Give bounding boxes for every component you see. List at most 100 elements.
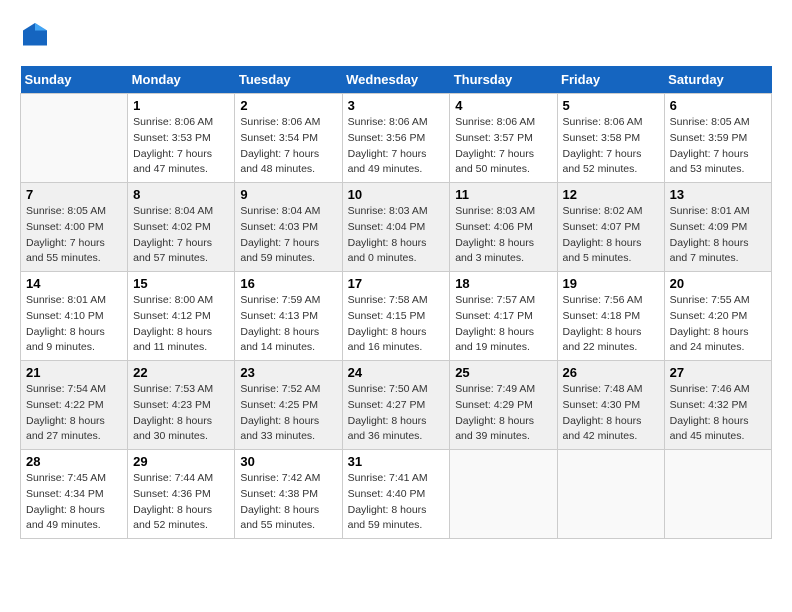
- calendar-day-cell: 18 Sunrise: 7:57 AM Sunset: 4:17 PM Dayl…: [450, 272, 557, 361]
- sunrise-text: Sunrise: 7:48 AM: [563, 383, 643, 395]
- sunset-text: Sunset: 4:15 PM: [348, 310, 426, 322]
- day-info: Sunrise: 8:04 AM Sunset: 4:03 PM Dayligh…: [240, 204, 336, 267]
- day-info: Sunrise: 7:46 AM Sunset: 4:32 PM Dayligh…: [670, 382, 766, 445]
- day-number: 25: [455, 365, 551, 380]
- logo: [20, 20, 54, 50]
- sunset-text: Sunset: 4:34 PM: [26, 488, 104, 500]
- daylight-text: Daylight: 8 hours and 16 minutes.: [348, 326, 427, 354]
- day-info: Sunrise: 8:06 AM Sunset: 3:54 PM Dayligh…: [240, 115, 336, 178]
- calendar-day-header: Saturday: [664, 66, 771, 94]
- sunrise-text: Sunrise: 8:06 AM: [133, 116, 213, 128]
- calendar-day-cell: 6 Sunrise: 8:05 AM Sunset: 3:59 PM Dayli…: [664, 94, 771, 183]
- day-info: Sunrise: 7:55 AM Sunset: 4:20 PM Dayligh…: [670, 293, 766, 356]
- calendar-day-cell: 14 Sunrise: 8:01 AM Sunset: 4:10 PM Dayl…: [21, 272, 128, 361]
- daylight-text: Daylight: 8 hours and 59 minutes.: [348, 504, 427, 532]
- sunrise-text: Sunrise: 7:45 AM: [26, 472, 106, 484]
- daylight-text: Daylight: 8 hours and 42 minutes.: [563, 415, 642, 443]
- daylight-text: Daylight: 7 hours and 48 minutes.: [240, 148, 319, 176]
- sunset-text: Sunset: 4:13 PM: [240, 310, 318, 322]
- sunrise-text: Sunrise: 7:58 AM: [348, 294, 428, 306]
- sunrise-text: Sunrise: 8:05 AM: [670, 116, 750, 128]
- day-info: Sunrise: 8:00 AM Sunset: 4:12 PM Dayligh…: [133, 293, 229, 356]
- day-number: 27: [670, 365, 766, 380]
- day-number: 28: [26, 454, 122, 469]
- sunrise-text: Sunrise: 8:03 AM: [455, 205, 535, 217]
- daylight-text: Daylight: 8 hours and 52 minutes.: [133, 504, 212, 532]
- sunrise-text: Sunrise: 8:05 AM: [26, 205, 106, 217]
- daylight-text: Daylight: 8 hours and 39 minutes.: [455, 415, 534, 443]
- sunset-text: Sunset: 4:17 PM: [455, 310, 533, 322]
- sunset-text: Sunset: 4:22 PM: [26, 399, 104, 411]
- sunset-text: Sunset: 4:00 PM: [26, 221, 104, 233]
- daylight-text: Daylight: 7 hours and 57 minutes.: [133, 237, 212, 265]
- day-info: Sunrise: 8:03 AM Sunset: 4:04 PM Dayligh…: [348, 204, 445, 267]
- daylight-text: Daylight: 7 hours and 47 minutes.: [133, 148, 212, 176]
- calendar-day-cell: 12 Sunrise: 8:02 AM Sunset: 4:07 PM Dayl…: [557, 183, 664, 272]
- calendar-day-cell: 22 Sunrise: 7:53 AM Sunset: 4:23 PM Dayl…: [128, 361, 235, 450]
- day-info: Sunrise: 7:56 AM Sunset: 4:18 PM Dayligh…: [563, 293, 659, 356]
- daylight-text: Daylight: 8 hours and 33 minutes.: [240, 415, 319, 443]
- calendar-day-cell: 23 Sunrise: 7:52 AM Sunset: 4:25 PM Dayl…: [235, 361, 342, 450]
- calendar-day-header: Thursday: [450, 66, 557, 94]
- sunrise-text: Sunrise: 8:06 AM: [348, 116, 428, 128]
- calendar-day-cell: 13 Sunrise: 8:01 AM Sunset: 4:09 PM Dayl…: [664, 183, 771, 272]
- day-number: 9: [240, 187, 336, 202]
- calendar-day-cell: 29 Sunrise: 7:44 AM Sunset: 4:36 PM Dayl…: [128, 450, 235, 539]
- sunset-text: Sunset: 3:53 PM: [133, 132, 211, 144]
- sunset-text: Sunset: 3:59 PM: [670, 132, 748, 144]
- day-number: 14: [26, 276, 122, 291]
- sunset-text: Sunset: 3:54 PM: [240, 132, 318, 144]
- day-info: Sunrise: 7:53 AM Sunset: 4:23 PM Dayligh…: [133, 382, 229, 445]
- day-number: 4: [455, 98, 551, 113]
- daylight-text: Daylight: 8 hours and 49 minutes.: [26, 504, 105, 532]
- calendar-day-cell: 10 Sunrise: 8:03 AM Sunset: 4:04 PM Dayl…: [342, 183, 450, 272]
- sunset-text: Sunset: 4:10 PM: [26, 310, 104, 322]
- sunrise-text: Sunrise: 7:59 AM: [240, 294, 320, 306]
- daylight-text: Daylight: 8 hours and 55 minutes.: [240, 504, 319, 532]
- daylight-text: Daylight: 7 hours and 52 minutes.: [563, 148, 642, 176]
- calendar-day-cell: [664, 450, 771, 539]
- sunrise-text: Sunrise: 8:06 AM: [240, 116, 320, 128]
- sunrise-text: Sunrise: 7:53 AM: [133, 383, 213, 395]
- sunrise-text: Sunrise: 8:00 AM: [133, 294, 213, 306]
- daylight-text: Daylight: 7 hours and 53 minutes.: [670, 148, 749, 176]
- calendar-day-header: Tuesday: [235, 66, 342, 94]
- daylight-text: Daylight: 8 hours and 45 minutes.: [670, 415, 749, 443]
- calendar-day-cell: 19 Sunrise: 7:56 AM Sunset: 4:18 PM Dayl…: [557, 272, 664, 361]
- sunset-text: Sunset: 4:09 PM: [670, 221, 748, 233]
- calendar-day-cell: 1 Sunrise: 8:06 AM Sunset: 3:53 PM Dayli…: [128, 94, 235, 183]
- daylight-text: Daylight: 7 hours and 59 minutes.: [240, 237, 319, 265]
- day-number: 3: [348, 98, 445, 113]
- sunset-text: Sunset: 4:29 PM: [455, 399, 533, 411]
- day-number: 29: [133, 454, 229, 469]
- day-number: 22: [133, 365, 229, 380]
- day-number: 5: [563, 98, 659, 113]
- day-number: 16: [240, 276, 336, 291]
- day-number: 7: [26, 187, 122, 202]
- day-info: Sunrise: 8:06 AM Sunset: 3:58 PM Dayligh…: [563, 115, 659, 178]
- day-number: 8: [133, 187, 229, 202]
- day-info: Sunrise: 7:52 AM Sunset: 4:25 PM Dayligh…: [240, 382, 336, 445]
- calendar-week-row: 28 Sunrise: 7:45 AM Sunset: 4:34 PM Dayl…: [21, 450, 772, 539]
- calendar-day-header: Wednesday: [342, 66, 450, 94]
- day-info: Sunrise: 8:05 AM Sunset: 3:59 PM Dayligh…: [670, 115, 766, 178]
- day-number: 24: [348, 365, 445, 380]
- sunrise-text: Sunrise: 7:41 AM: [348, 472, 428, 484]
- day-info: Sunrise: 7:54 AM Sunset: 4:22 PM Dayligh…: [26, 382, 122, 445]
- sunrise-text: Sunrise: 8:06 AM: [563, 116, 643, 128]
- sunset-text: Sunset: 4:06 PM: [455, 221, 533, 233]
- sunset-text: Sunset: 3:57 PM: [455, 132, 533, 144]
- day-info: Sunrise: 8:06 AM Sunset: 3:57 PM Dayligh…: [455, 115, 551, 178]
- sunset-text: Sunset: 3:58 PM: [563, 132, 641, 144]
- sunset-text: Sunset: 4:18 PM: [563, 310, 641, 322]
- day-number: 17: [348, 276, 445, 291]
- sunrise-text: Sunrise: 7:50 AM: [348, 383, 428, 395]
- sunrise-text: Sunrise: 7:55 AM: [670, 294, 750, 306]
- calendar-day-cell: 26 Sunrise: 7:48 AM Sunset: 4:30 PM Dayl…: [557, 361, 664, 450]
- calendar-day-cell: 2 Sunrise: 8:06 AM Sunset: 3:54 PM Dayli…: [235, 94, 342, 183]
- daylight-text: Daylight: 8 hours and 9 minutes.: [26, 326, 105, 354]
- daylight-text: Daylight: 7 hours and 55 minutes.: [26, 237, 105, 265]
- calendar-day-cell: 3 Sunrise: 8:06 AM Sunset: 3:56 PM Dayli…: [342, 94, 450, 183]
- daylight-text: Daylight: 8 hours and 30 minutes.: [133, 415, 212, 443]
- day-info: Sunrise: 8:06 AM Sunset: 3:56 PM Dayligh…: [348, 115, 445, 178]
